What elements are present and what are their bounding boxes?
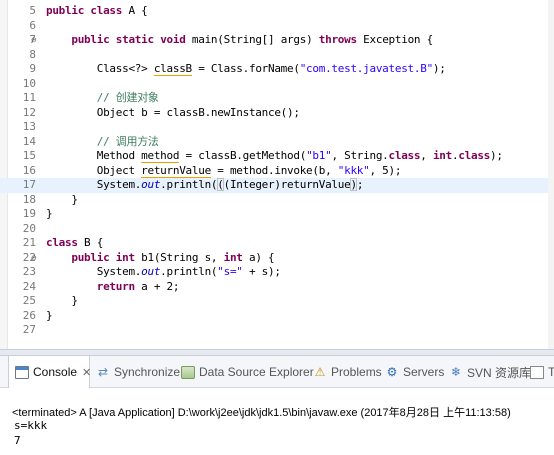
line-number: 25 — [22, 294, 36, 307]
code-text: class B { — [46, 236, 104, 249]
code-line[interactable]: 25 } — [0, 294, 548, 309]
line-number: 6 — [29, 18, 36, 32]
tasks-icon — [530, 365, 544, 379]
line-number: 8 — [29, 47, 36, 61]
close-icon[interactable]: ✕ — [82, 366, 91, 379]
line-number: 5 — [29, 4, 36, 17]
synchronize-icon: ⇄ — [97, 364, 109, 379]
console-view[interactable]: <terminated> A [Java Application] D:\wor… — [0, 389, 554, 455]
code-line[interactable]: 14 // 调用方法 — [0, 135, 548, 150]
tab-servers-label: Servers — [403, 365, 445, 379]
code-line[interactable]: 6 — [0, 19, 548, 34]
fold-toggle-icon[interactable]: ⊖ — [31, 36, 37, 44]
tab-svn-repository[interactable]: ❄ SVN 资源库 — [449, 356, 531, 388]
code-line[interactable]: 10 — [0, 77, 548, 92]
svn-repository-icon: ❄ — [450, 364, 462, 379]
console-icon — [15, 365, 29, 379]
code-line[interactable]: 20 — [0, 222, 548, 237]
tab-data-source-explorer-label: Data Source Explorer — [199, 365, 314, 379]
tab-synchronize-label: Synchronize — [114, 365, 181, 379]
code-text: } — [46, 192, 78, 206]
code-text: Method method = classB.getMethod("b1", S… — [46, 149, 503, 163]
code-line[interactable]: 11 // 创建对象 — [0, 91, 548, 106]
tab-data-source-explorer[interactable]: Data Source Explorer — [181, 356, 314, 388]
line-number: 24 — [22, 279, 36, 293]
overview-ruler[interactable] — [548, 0, 554, 349]
code-line[interactable]: 26} — [0, 309, 548, 324]
code-text: // 调用方法 — [96, 134, 159, 148]
code-text: Object returnValue = method.invoke(b, "k… — [46, 163, 402, 178]
line-number: 12 — [22, 105, 36, 119]
tab-console-label: Console — [33, 365, 78, 379]
tab-synchronize[interactable]: ⇄ Synchronize — [96, 356, 180, 388]
code-line[interactable]: 8 — [0, 48, 548, 63]
line-number: 17 — [22, 178, 36, 191]
code-line[interactable]: 18 } — [0, 193, 548, 208]
fold-toggle-icon[interactable]: ⊖ — [31, 254, 37, 262]
view-tab-bar: Console ✕ ⇄ Synchronize Data Source Expl… — [0, 356, 554, 388]
line-number: 23 — [22, 265, 36, 278]
code-text: public class A { — [46, 4, 148, 17]
view-splitter[interactable] — [0, 349, 554, 356]
line-number: 13 — [22, 120, 36, 133]
console-process-label: <terminated> A [Java Application] D:\wor… — [12, 407, 511, 419]
code-line[interactable]: 9 Class<?> classB = Class.forName("com.t… — [0, 62, 548, 77]
line-number: 27 — [22, 323, 36, 336]
tab-tasks-label: T — [548, 365, 554, 379]
line-number: 19 — [22, 207, 36, 220]
tab-problems[interactable]: ⚠ Problems — [313, 356, 382, 388]
code-text: public static void main(String[] args) t… — [71, 33, 433, 46]
code-editor[interactable]: 5 public class A { 6 7 ⊖ public static void … — [0, 0, 554, 349]
current-code-line[interactable]: 17 System.out.println(((Integer)returnVa… — [0, 178, 548, 193]
code-text: Class<?> classB = Class.forName("com.tes… — [46, 62, 446, 76]
servers-icon: ⚙ — [386, 364, 398, 379]
code-line[interactable]: 23 System.out.println("s=" + s); — [0, 265, 548, 280]
line-number: 26 — [22, 308, 36, 322]
tab-svn-repository-label: SVN 资源库 — [467, 365, 532, 380]
code-line[interactable]: 12 Object b = classB.newInstance(); — [0, 106, 548, 121]
console-output-line: 7 — [14, 434, 21, 447]
line-number: 14 — [22, 134, 36, 148]
code-line[interactable]: 27 — [0, 323, 548, 338]
line-number: 16 — [22, 163, 36, 177]
console-toolbar — [0, 389, 554, 401]
tab-tasks[interactable]: T — [530, 356, 554, 388]
code-line[interactable]: 22 ⊖ public int b1(String s, int a) { — [0, 251, 548, 266]
code-line[interactable]: 19} — [0, 207, 548, 222]
console-output-line: s=kkk — [14, 419, 48, 432]
tab-console[interactable]: Console ✕ — [8, 356, 91, 388]
code-line[interactable]: 7 ⊖ public static void main(String[] args… — [0, 33, 548, 48]
line-number: 21 — [22, 236, 36, 249]
tab-servers[interactable]: ⚙ Servers — [385, 356, 445, 388]
code-line[interactable]: 16 Object returnValue = method.invoke(b,… — [0, 163, 548, 179]
problems-icon: ⚠ — [314, 364, 326, 379]
code-line[interactable]: 15 Method method = classB.getMethod("b1"… — [0, 149, 548, 164]
code-text: Object b = classB.newInstance(); — [46, 105, 300, 119]
line-number: 11 — [22, 91, 36, 104]
line-number: 20 — [22, 221, 36, 235]
code-text: // 创建对象 — [96, 91, 159, 104]
code-text: } — [46, 308, 53, 322]
code-text: } — [46, 294, 78, 307]
code-line[interactable]: 24 return a + 2; — [0, 280, 548, 295]
code-text: public int b1(String s, int a) { — [71, 250, 275, 264]
code-line[interactable]: 5 public class A { — [0, 4, 548, 19]
code-line[interactable]: 21 class B { — [0, 236, 548, 251]
tab-problems-label: Problems — [331, 365, 382, 379]
line-number: 9 — [29, 62, 36, 75]
data-source-explorer-icon — [181, 365, 195, 379]
code-text: return a + 2; — [96, 279, 180, 293]
line-number: 10 — [22, 76, 36, 90]
code-text: } — [46, 207, 53, 220]
line-number: 15 — [22, 149, 36, 162]
code-text: System.out.println(((Integer)returnValue… — [46, 178, 364, 191]
code-text: System.out.println("s=" + s); — [46, 265, 281, 278]
code-line[interactable]: 13 — [0, 120, 548, 135]
line-number: 18 — [22, 192, 36, 206]
